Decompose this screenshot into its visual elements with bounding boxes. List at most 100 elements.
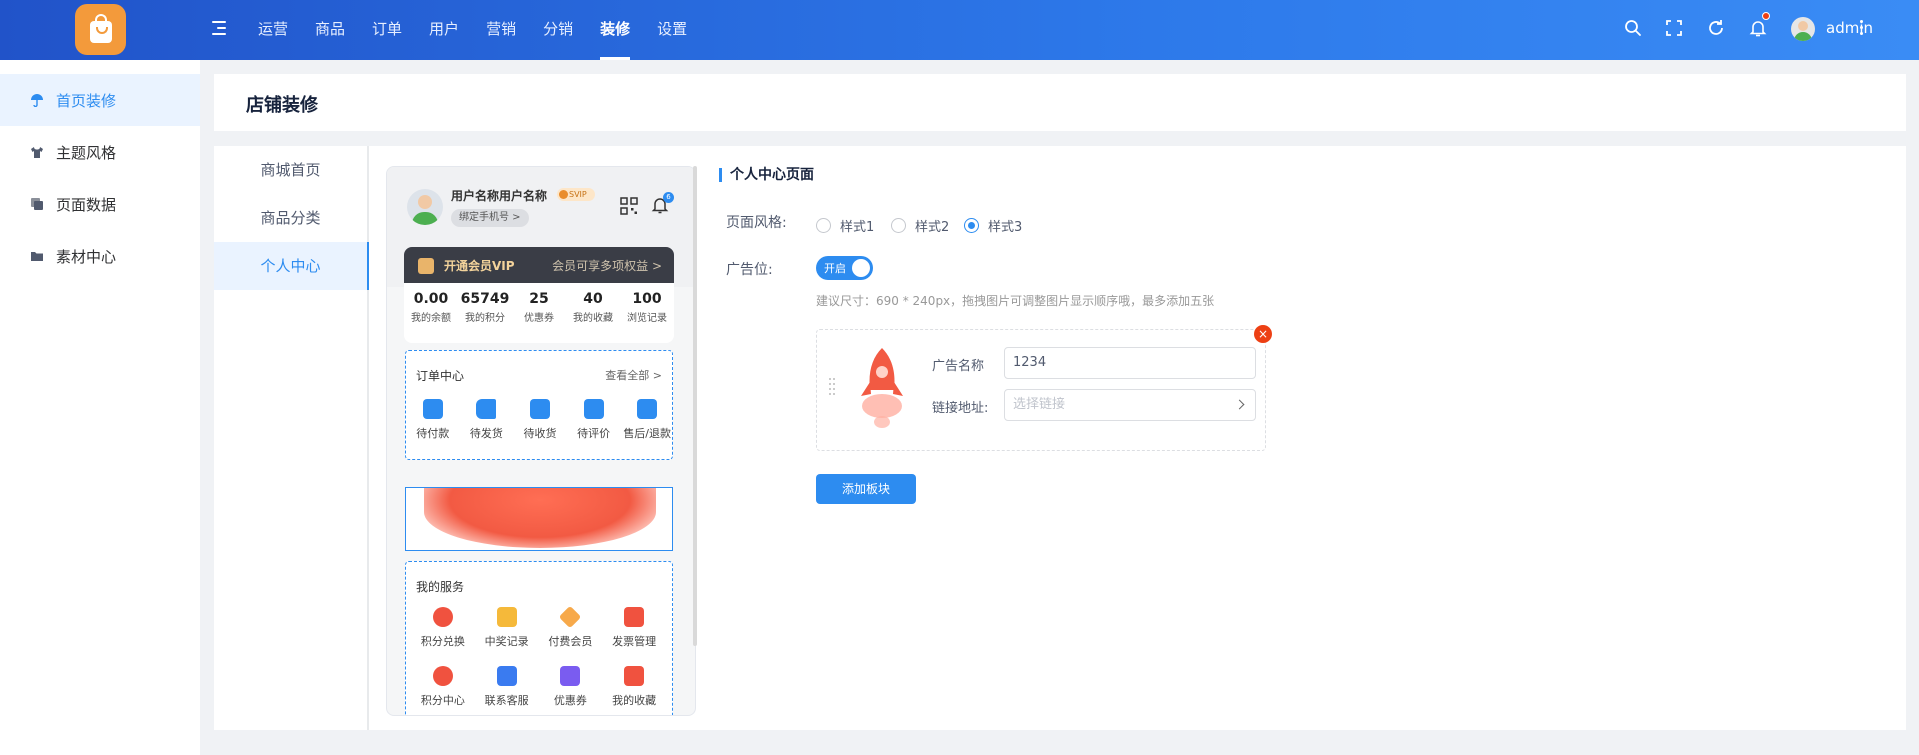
stat-balance[interactable]: 0.00 我的余额 [404,283,458,343]
ad-link-select[interactable]: 选择链接 [1004,389,1256,421]
more-icon[interactable] [1860,20,1864,36]
sidebar-item-page-data[interactable]: 页面数据 [0,178,200,230]
service-points-exchange[interactable]: 积分兑换 [411,607,475,649]
search-icon[interactable] [1623,18,1643,38]
close-icon[interactable]: × [1254,325,1272,343]
rocket-banner-image [424,488,656,548]
service-customer-service[interactable]: 联系客服 [475,666,539,708]
ad-slot-label: 广告位: [726,262,773,278]
bind-phone-button[interactable]: 绑定手机号 > [451,209,529,227]
sidebar: 首页装修 主题风格 页面数据 素材中心 [0,60,200,755]
view-all-link[interactable]: 查看全部 > [605,367,662,383]
service-prize-record[interactable]: 中奖记录 [475,607,539,649]
diamond-icon [559,605,582,629]
sidebar-item-theme-style[interactable]: 主题风格 [0,126,200,178]
my-services-block[interactable]: 我的服务 积分兑换 中奖记录 付费会员 发票管理 积分中心 联系客服 优惠券 我… [405,561,673,715]
stat-coupons[interactable]: 25 优惠券 [512,283,566,343]
radio-style-2[interactable]: 样式2 [891,216,949,235]
chevron-right-icon [1234,399,1245,410]
service-paid-member[interactable]: 付费会员 [539,605,603,649]
ad-item-card: 广告名称 1234 链接地址: 选择链接 [816,329,1266,451]
bottom-spacer [200,732,1919,755]
vip-title: 开通会员VIP [444,259,515,273]
nav-users[interactable]: 用户 [429,0,459,60]
order-pending-shipment[interactable]: 待发货 [460,399,514,441]
invoice-icon [624,607,645,627]
vip-banner[interactable]: 开通会员VIP 会员可享多项权益 > [404,247,674,283]
service-coupons[interactable]: 优惠券 [539,666,603,708]
services-title: 我的服务 [416,580,465,594]
sidebar-item-label: 首页装修 [56,91,117,110]
service-invoice[interactable]: 发票管理 [602,607,666,649]
stat-favorites[interactable]: 40 我的收藏 [566,283,620,343]
style-label: 页面风格: [726,215,787,231]
top-header: 运营 商品 订单 用户 营销 分销 装修 设置 admin [0,0,1919,60]
order-center-title: 订单中心 [416,369,465,383]
preview-username: 用户名称用户名称 [451,189,548,203]
sub-menu: 商城首页 商品分类 个人中心 [214,146,369,730]
sidebar-item-label: 主题风格 [56,143,117,162]
stats-row: 0.00 我的余额 65749 我的积分 25 优惠券 40 我的收藏 100 浏览记录 [404,283,674,343]
notification-dot [1762,12,1770,20]
copy-icon [31,198,43,210]
ad-name-label: 广告名称 [932,359,985,374]
ad-name-input[interactable]: 1234 [1004,347,1256,379]
star-icon [624,666,645,686]
preview-ad-banner[interactable] [405,487,673,551]
sidebar-item-label: 素材中心 [56,247,117,266]
service-points-center[interactable]: 积分中心 [411,666,475,708]
fullscreen-icon[interactable] [1664,18,1684,38]
svip-badge: SVIP [557,188,595,201]
tab-personal-center[interactable]: 个人中心 [214,242,369,290]
refund-icon [637,399,658,419]
tab-mall-home[interactable]: 商城首页 [214,146,367,194]
tab-product-category[interactable]: 商品分类 [214,194,367,242]
stat-points[interactable]: 65749 我的积分 [458,283,512,343]
service-icon [496,666,517,686]
nav-operations[interactable]: 运营 [258,0,288,60]
add-block-button[interactable]: 添加板块 [816,474,916,504]
nav-decoration[interactable]: 装修 [600,0,631,60]
radio-style-3[interactable]: 样式3 [964,216,1022,235]
section-title: 个人中心页面 [719,168,814,182]
shirt-icon [31,147,43,158]
stat-history[interactable]: 100 浏览记录 [620,283,674,343]
order-after-sales[interactable]: 售后/退款 [620,399,674,441]
coupon-icon [560,666,581,686]
order-pending-payment[interactable]: 待付款 [406,399,460,441]
drag-handle-icon[interactable] [829,378,837,400]
preview-avatar [407,189,443,225]
nav-products[interactable]: 商品 [315,0,345,60]
qrcode-icon[interactable] [620,197,638,215]
vip-benefits-link[interactable]: 会员可享多项权益 > [552,257,662,274]
order-pending-receipt[interactable]: 待收货 [513,399,567,441]
ad-link-label: 链接地址: [932,401,989,416]
sidebar-item-home-decoration[interactable]: 首页装修 [0,74,200,126]
rocket-image[interactable] [853,344,911,434]
service-favorites[interactable]: 我的收藏 [602,666,666,708]
notification-bell-icon[interactable] [1748,18,1768,38]
bell-badge: 6 [663,192,674,203]
nav-distribution[interactable]: 分销 [543,0,573,60]
comment-icon [583,399,604,419]
nav-orders[interactable]: 订单 [372,0,402,60]
order-center-block[interactable]: 订单中心 查看全部 > 待付款 待发货 待收货 待评价 售后/退款 [405,350,673,460]
username[interactable]: admin [1826,19,1873,37]
sidebar-item-label: 页面数据 [56,195,117,214]
preview-user-header[interactable]: 用户名称用户名称 SVIP 绑定手机号 > 6 开通会员VIP 会员可享多项权益… [387,167,695,287]
menu-collapse-icon[interactable] [212,20,228,36]
main-content: 商城首页 商品分类 个人中心 用户名称用户名称 SVIP 绑定手机号 > 6 开… [214,146,1906,730]
logo[interactable] [75,4,126,55]
refresh-icon[interactable] [1706,18,1726,38]
order-pending-review[interactable]: 待评价 [567,399,621,441]
page-title: 店铺装修 [246,95,318,116]
sidebar-item-material-center[interactable]: 素材中心 [0,230,200,282]
radio-style-1[interactable]: 样式1 [816,216,874,235]
preview-scrollbar[interactable] [693,166,697,646]
wallet-icon [422,399,443,419]
ad-slot-toggle[interactable]: 开启 [816,256,873,280]
user-avatar[interactable] [1791,17,1815,41]
nav-settings[interactable]: 设置 [657,0,687,60]
nav-marketing[interactable]: 营销 [486,0,516,60]
folder-icon [31,252,43,261]
